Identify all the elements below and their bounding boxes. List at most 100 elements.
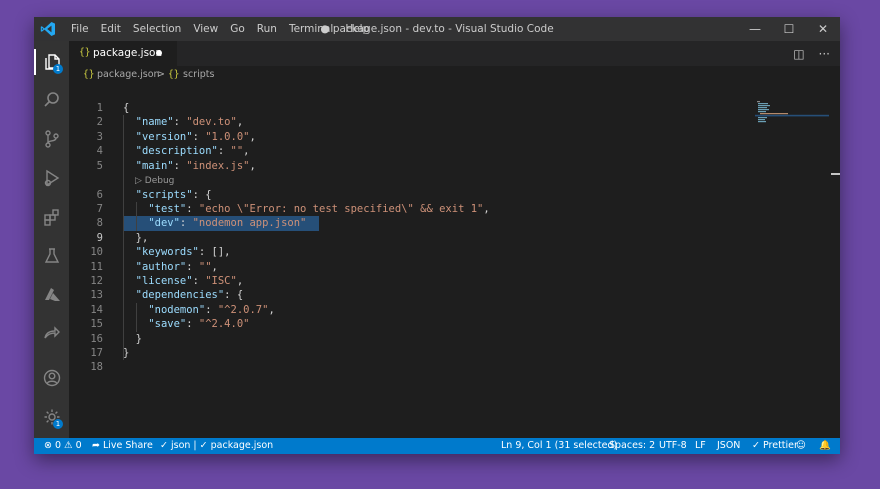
maximize-icon[interactable]: ☐ (772, 17, 806, 41)
code-line: "version": "1.0.0", (135, 130, 256, 143)
line-number: 16 (90, 332, 103, 345)
line-number: 9 (96, 231, 103, 244)
run-debug-icon (44, 169, 59, 187)
live-share-status[interactable]: ➦ Live Share (92, 438, 153, 454)
unsaved-dot-icon[interactable] (156, 50, 162, 56)
search-button[interactable] (34, 83, 69, 117)
live-share-icon (43, 326, 60, 339)
code-line: "description": "", (135, 145, 250, 158)
tab-package-json[interactable]: {} package.json (69, 41, 177, 66)
indentation-status[interactable]: Spaces: 2 (609, 438, 655, 454)
json-validation-status[interactable]: ✓ json | ✓ package.json (160, 438, 273, 454)
object-icon: {} (168, 69, 180, 80)
title-bar: File Edit Selection View Go Run Terminal… (34, 17, 840, 41)
testing-button[interactable] (34, 239, 69, 273)
line-number: 13 (90, 289, 103, 302)
menu-view[interactable]: View (187, 17, 224, 41)
line-number: 12 (90, 274, 103, 287)
code-line: { (123, 102, 130, 114)
live-share-icon: ➦ (92, 440, 103, 451)
encoding-status[interactable]: UTF-8 (659, 438, 687, 454)
minimize-icon[interactable]: — (738, 17, 772, 41)
more-actions-icon[interactable]: ··· (819, 47, 830, 61)
azure-button[interactable] (34, 278, 69, 312)
code-line: "test": "echo \"Error: no test specified… (148, 202, 490, 215)
chevron-right-icon: > (157, 69, 165, 80)
flask-icon (44, 248, 59, 263)
line-number: 5 (96, 159, 103, 172)
vscode-window: File Edit Selection View Go Run Terminal… (34, 17, 840, 454)
line-number: 14 (90, 303, 103, 316)
minimap[interactable] (755, 100, 829, 124)
split-editor-icon[interactable]: ◫ (793, 47, 804, 61)
line-number: 3 (96, 130, 103, 143)
code-line: "scripts": { (135, 188, 212, 201)
accounts-button[interactable] (34, 361, 69, 395)
language-mode[interactable]: JSON (717, 438, 740, 454)
code-line: } (123, 332, 142, 345)
code-line: "keywords": [], (135, 246, 231, 259)
code-line: "license": "ISC", (135, 274, 244, 287)
breadcrumb-scripts[interactable]: scripts (183, 66, 214, 84)
problems-indicator[interactable]: ⊗ 0 ⚠ 0 (44, 438, 82, 454)
menu-edit[interactable]: Edit (95, 17, 127, 41)
vscode-logo-icon (40, 22, 55, 36)
line-number: 6 (96, 188, 103, 201)
status-bar: ⊗ 0 ⚠ 0 ➦ Live Share ✓ json | ✓ package.… (34, 438, 840, 454)
azure-icon (44, 288, 60, 301)
window-title: ● package.json - dev.to - Visual Studio … (320, 23, 554, 35)
menu-file[interactable]: File (65, 17, 95, 41)
window-controls: — ☐ ✕ (738, 17, 840, 41)
line-number: 2 (96, 116, 103, 129)
code-line: }, (123, 231, 149, 244)
code-line: "nodemon": "^2.0.7", (148, 303, 275, 316)
tab-label: package.json (93, 47, 163, 59)
account-icon (43, 369, 60, 387)
breadcrumb: {} package.json > {} scripts (69, 66, 840, 84)
code-line: "name": "dev.to", (135, 116, 244, 129)
json-file-icon: {} (79, 47, 91, 58)
source-control-button[interactable] (34, 122, 69, 156)
menu-selection[interactable]: Selection (127, 17, 187, 41)
live-share-label: Live Share (102, 440, 153, 451)
code-line: "save": "^2.4.0" (148, 318, 250, 331)
line-number: 8 (96, 217, 103, 230)
tab-bar: {} package.json ◫ ··· (69, 41, 840, 66)
source-control-icon (44, 130, 59, 148)
breadcrumb-file[interactable]: package.json (97, 66, 160, 84)
activity-bar: 1 1 (34, 41, 69, 438)
json-file-icon: {} (83, 69, 95, 80)
editor-actions: ◫ ··· (793, 41, 830, 66)
code-line: "dev": "nodemon app.json" (148, 217, 307, 230)
code-line: "dependencies": { (135, 289, 244, 302)
run-debug-button[interactable] (34, 161, 69, 195)
scrollbar-cursor-marker[interactable] (831, 173, 840, 175)
extensions-button[interactable] (34, 200, 69, 234)
codelens-debug[interactable]: ▷ Debug (135, 174, 174, 188)
line-number: 4 (96, 145, 103, 158)
close-icon[interactable]: ✕ (806, 17, 840, 41)
search-icon (43, 92, 59, 107)
code-editor[interactable]: 1 2 3 4 5 6 7 8 9 10 11 12 13 14 15 16 1… (69, 84, 840, 438)
line-number: 18 (90, 361, 103, 374)
line-number: 7 (96, 202, 103, 215)
code-line: "main": "index.js", (135, 159, 256, 172)
explorer-button[interactable]: 1 (34, 45, 69, 79)
manage-button[interactable]: 1 (34, 400, 69, 434)
prettier-status[interactable]: ✓ Prettier (752, 438, 798, 454)
menu-run[interactable]: Run (251, 17, 283, 41)
cursor-position[interactable]: Ln 9, Col 1 (31 selected) (501, 438, 617, 454)
code-line: } (123, 346, 130, 359)
menu-go[interactable]: Go (224, 17, 251, 41)
extensions-icon (43, 209, 59, 226)
line-number: 1 (96, 102, 103, 114)
code-line: "author": "", (135, 260, 218, 273)
line-number: 15 (90, 318, 103, 331)
line-number: 11 (90, 260, 103, 273)
eol-status[interactable]: LF (695, 438, 706, 454)
line-number: 17 (90, 346, 103, 359)
live-share-button[interactable] (34, 317, 69, 351)
line-number: 10 (90, 246, 103, 259)
notifications-bell-icon[interactable]: 🔔 (819, 438, 831, 454)
feedback-icon[interactable]: ☺ (796, 438, 806, 454)
